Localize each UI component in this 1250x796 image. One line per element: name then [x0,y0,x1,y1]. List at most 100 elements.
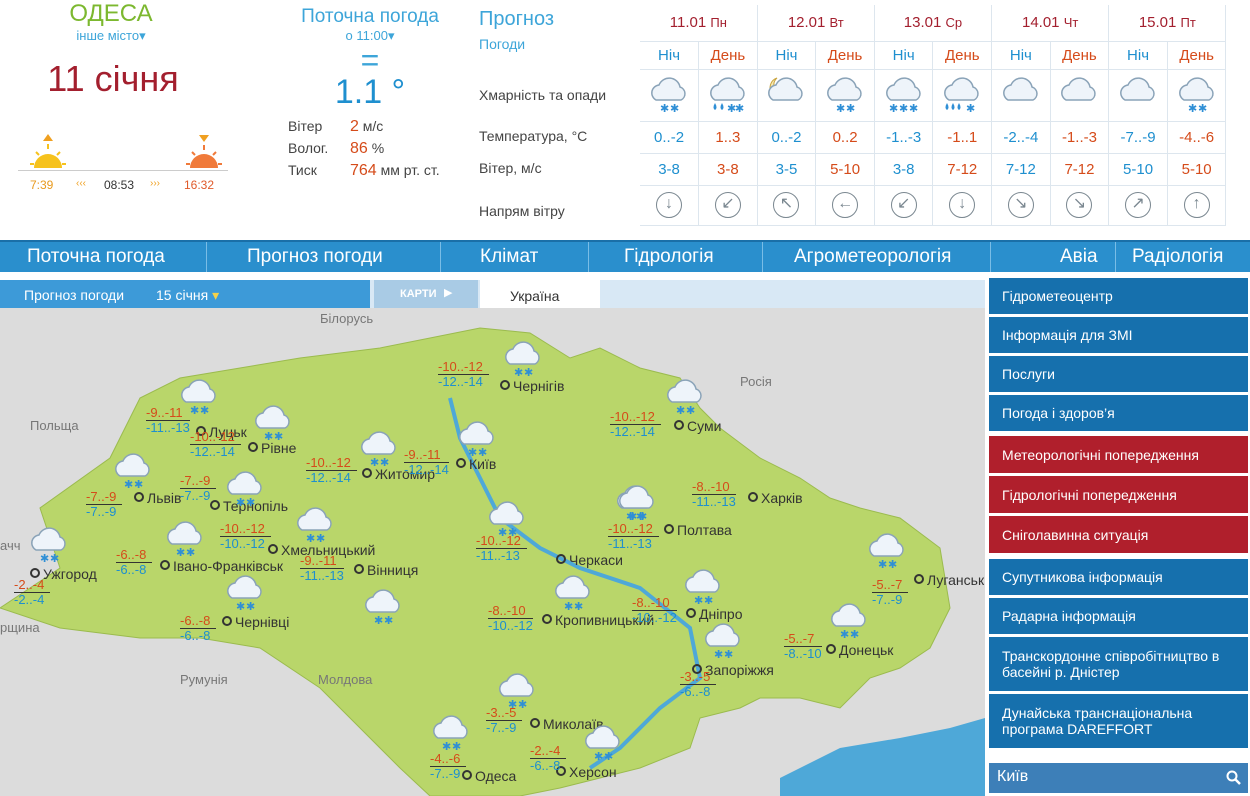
map-city[interactable]: Вінниця [354,562,418,578]
tab-maps[interactable]: КАРТИ ▶ [374,280,478,308]
forecast-day-0: 11.01 Пн [640,5,758,41]
sidebar-item-0[interactable]: Гідрометеоцентр [989,278,1248,314]
cloud-snow-icon: ✱ ✱ [494,668,538,711]
day-label: День [698,41,758,69]
current-title: Поточна погода [301,6,439,27]
sun-times: 7:39 ‹‹‹ 08:53 ››› 16:32 [18,132,230,192]
svg-text:✱: ✱ [452,740,461,752]
nav-item-2[interactable]: Клімат [480,246,538,268]
wind-direction-icon: ↖ [757,185,817,225]
nav-item-1[interactable]: Прогноз погоди [247,246,383,268]
svg-text:✱: ✱ [514,366,523,378]
sidebar-item-4[interactable]: Метеорологічні попередження [989,436,1248,473]
city-search[interactable]: Київ [989,763,1248,793]
sidebar-item-3[interactable]: Погода і здоров’я [989,395,1248,431]
day-label: День [1050,41,1110,69]
forecast-wind: 7-12 [932,153,993,185]
wind-direction-icon: ↑ [1167,185,1227,225]
map-city[interactable]: Харків [748,490,803,506]
svg-text:✱: ✱ [306,532,315,544]
tab-forecast[interactable]: Прогноз погоди 15 січня ▾ [0,280,370,308]
sidebar-item-10[interactable]: Дунайська транснаціональна програма DARE… [989,694,1248,748]
sidebar-item-8[interactable]: Радарна інформація [989,598,1248,634]
day-label: День [815,41,875,69]
wind-direction-icon: ↘ [991,185,1051,225]
forecast-day-4: 15.01 Пт [1108,5,1227,41]
map-temp: -9..-11 -12..-14 [404,447,449,477]
map-city[interactable]: Черкаси [556,552,623,568]
cloud-snow-icon: ✱ ✱ [428,710,472,753]
row-label-temp: Температура, °C [479,128,588,144]
forecast-date-select[interactable]: 15 січня ▾ [156,287,219,304]
sidebar-item-9[interactable]: Транскордонне співробітництво в басейні … [989,637,1248,691]
country-label: Румунія [180,672,228,687]
sidebar-item-5[interactable]: Гідрологічні попередження [989,476,1248,513]
sidebar-item-1[interactable]: Інформація для ЗМІ [989,317,1248,353]
svg-text:✱: ✱ [246,496,255,508]
map-city[interactable]: Київ [456,456,496,472]
nav-item-4[interactable]: Агрометеорологія [794,246,951,268]
map-city[interactable]: Луганськ [914,572,984,588]
sidebar-item-2[interactable]: Послуги [989,356,1248,392]
svg-text:✱: ✱ [468,446,477,458]
nav-item-6[interactable]: Радіологія [1132,246,1223,268]
main-nav: Поточна погода Прогноз погоди Клімат Гідрол… [0,240,1250,272]
nav-item-5[interactable]: Авіа [1060,246,1098,268]
other-city-link[interactable]: інше місто▾ [0,28,250,44]
map-city[interactable]: Суми [674,418,721,434]
map-city[interactable]: Одеса [462,768,516,784]
svg-text:✱: ✱ [380,456,389,468]
svg-text:✱: ✱ [134,478,143,490]
country-label: Польща [30,418,79,433]
nav-separator [588,242,589,272]
map-city[interactable]: Чернівці [222,614,289,630]
cloud-icon [991,69,1051,121]
svg-text:✱: ✱ [676,404,685,416]
nav-separator [990,242,991,272]
cloud-snow-icon: ✱ ✱ [580,720,624,763]
svg-text:✱: ✱ [40,552,49,564]
nav-separator [206,242,207,272]
forecast-day-2: 13.01 Ср [874,5,993,41]
forecast-table: 11.01 Пн 12.01 Вт 13.01 Ср 14.01 Чт 15.01 Пт… [640,5,1227,226]
map-temp: -10..-12 -10..-12 [220,522,271,551]
wind-direction-icon: ← [815,185,875,225]
svg-text:✱: ✱ [508,698,517,710]
nav-item-3[interactable]: Гідрологія [624,246,714,268]
nav-separator [1115,242,1116,272]
country-label: Молдова [318,672,373,687]
wind-row: Вітер 2 м/с [288,118,384,135]
map-city[interactable]: Полтава [664,522,732,538]
forecast-temp: 0..-2 [640,121,700,153]
forecast-wind: 5-10 [815,153,875,185]
map-temp: -10..-12 -12..-14 [190,430,241,459]
map-temp: -3..-5 -7..-9 [486,706,523,735]
svg-text:✱: ✱ [124,478,133,490]
svg-text:✱: ✱ [264,430,273,442]
city-name: ОДЕСА [69,0,153,27]
svg-text:✱: ✱ [478,446,487,458]
map-temp: -7..-9 -7..-9 [86,490,123,519]
night-label: Ніч [1108,41,1168,69]
map-city[interactable]: Львів [134,490,181,506]
moon-cloud-icon [757,69,817,121]
forecast-day-1: 12.01 Вт [757,5,875,41]
map-city[interactable]: Донецьк [826,642,893,658]
cloud-snow-icon: ✱ ✱ [222,466,266,509]
sidebar-item-6[interactable]: Сніголавинна ситуація [989,516,1248,553]
map-city[interactable]: Рівне [248,440,296,456]
search-icon[interactable] [1226,770,1242,786]
svg-text:✱: ✱ [660,102,669,114]
cloud-snow-icon: ✱ ✱ [356,426,400,469]
nav-item-0[interactable]: Поточна погода [27,246,165,268]
svg-text:✱: ✱ [889,102,898,114]
sunrise-icon [30,134,66,168]
cloud-snow-icon: ✱ ✱ [454,416,498,459]
forecast-wind: 7-12 [1050,153,1110,185]
svg-text:✱: ✱ [735,102,744,114]
map-temp: -8..-10 -10..-12 [488,603,533,633]
sidebar-item-7[interactable]: Супутникова інформація [989,559,1248,595]
svg-text:✱: ✱ [850,628,859,640]
map-city[interactable]: Чернігів [500,378,564,394]
tab-ukraine[interactable]: Україна [480,280,600,308]
